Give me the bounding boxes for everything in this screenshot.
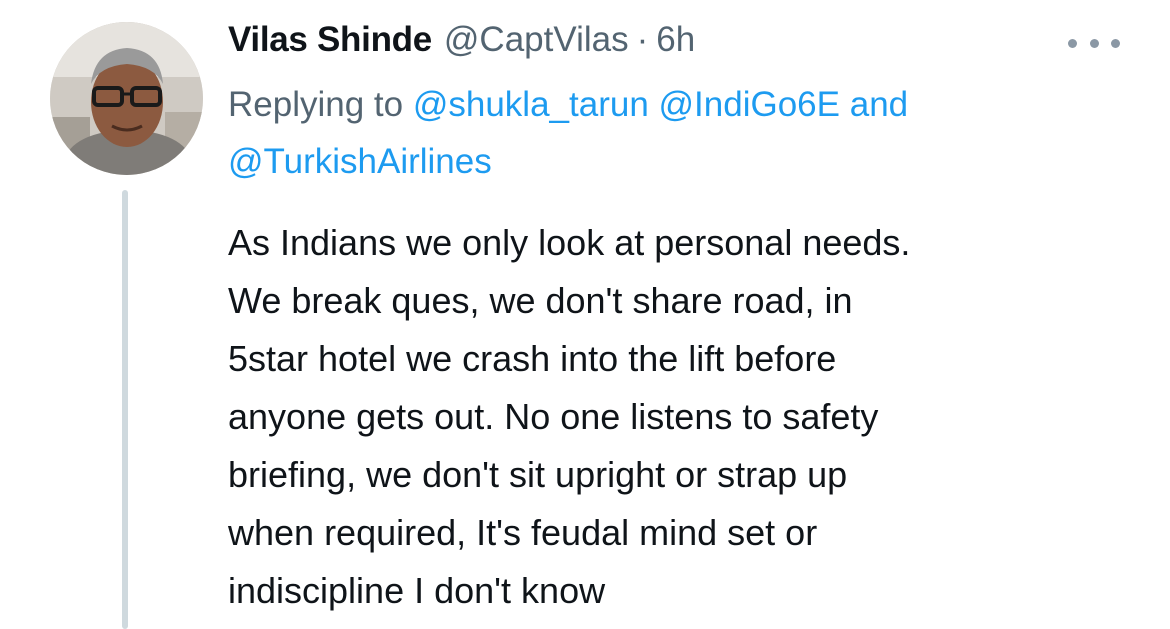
more-dot	[1068, 38, 1077, 48]
tweet-text: As Indians we only look at personal need…	[228, 214, 1128, 620]
tweet-text-line: anyone gets out. No one listens to safet…	[228, 396, 879, 437]
avatar[interactable]	[50, 22, 203, 175]
timestamp[interactable]: 6h	[656, 20, 695, 60]
more-horizontal-icon[interactable]	[1068, 36, 1120, 50]
replying-to-label: Replying to	[228, 85, 404, 124]
author-handle[interactable]: @CaptVilas	[444, 20, 629, 60]
more-dot	[1111, 38, 1120, 48]
tweet-header: Vilas Shinde @CaptVilas · 6h	[228, 20, 695, 64]
tweet-text-line: indiscipline I don't know	[228, 570, 606, 611]
tweet-text-line: We break ques, we don't share road, in	[228, 280, 853, 321]
mention-turkishairlines[interactable]: @TurkishAirlines	[228, 142, 492, 181]
tweet-text-line: As Indians we only look at personal need…	[228, 222, 911, 263]
mention-shukla-tarun[interactable]: @shukla_tarun	[413, 85, 649, 124]
mention-conjunction: and	[849, 85, 909, 124]
tweet-text-line: when required, It's feudal mind set or	[228, 512, 818, 553]
author-name[interactable]: Vilas Shinde	[228, 20, 432, 60]
avatar-image	[50, 22, 203, 175]
tweet-text-line: 5star hotel we crash into the lift befor…	[228, 338, 837, 379]
tweet-text-line: briefing, we don't sit upright or strap …	[228, 454, 848, 495]
separator-dot: ·	[636, 20, 649, 59]
tweet[interactable]: Vilas Shinde @CaptVilas · 6h Replying to…	[0, 0, 1170, 629]
thread-line	[122, 190, 128, 629]
replying-to: Replying to @shukla_tarun @IndiGo6E and …	[228, 76, 1128, 190]
more-dot	[1089, 38, 1099, 48]
mention-indigo6e[interactable]: @IndiGo6E	[659, 85, 840, 124]
